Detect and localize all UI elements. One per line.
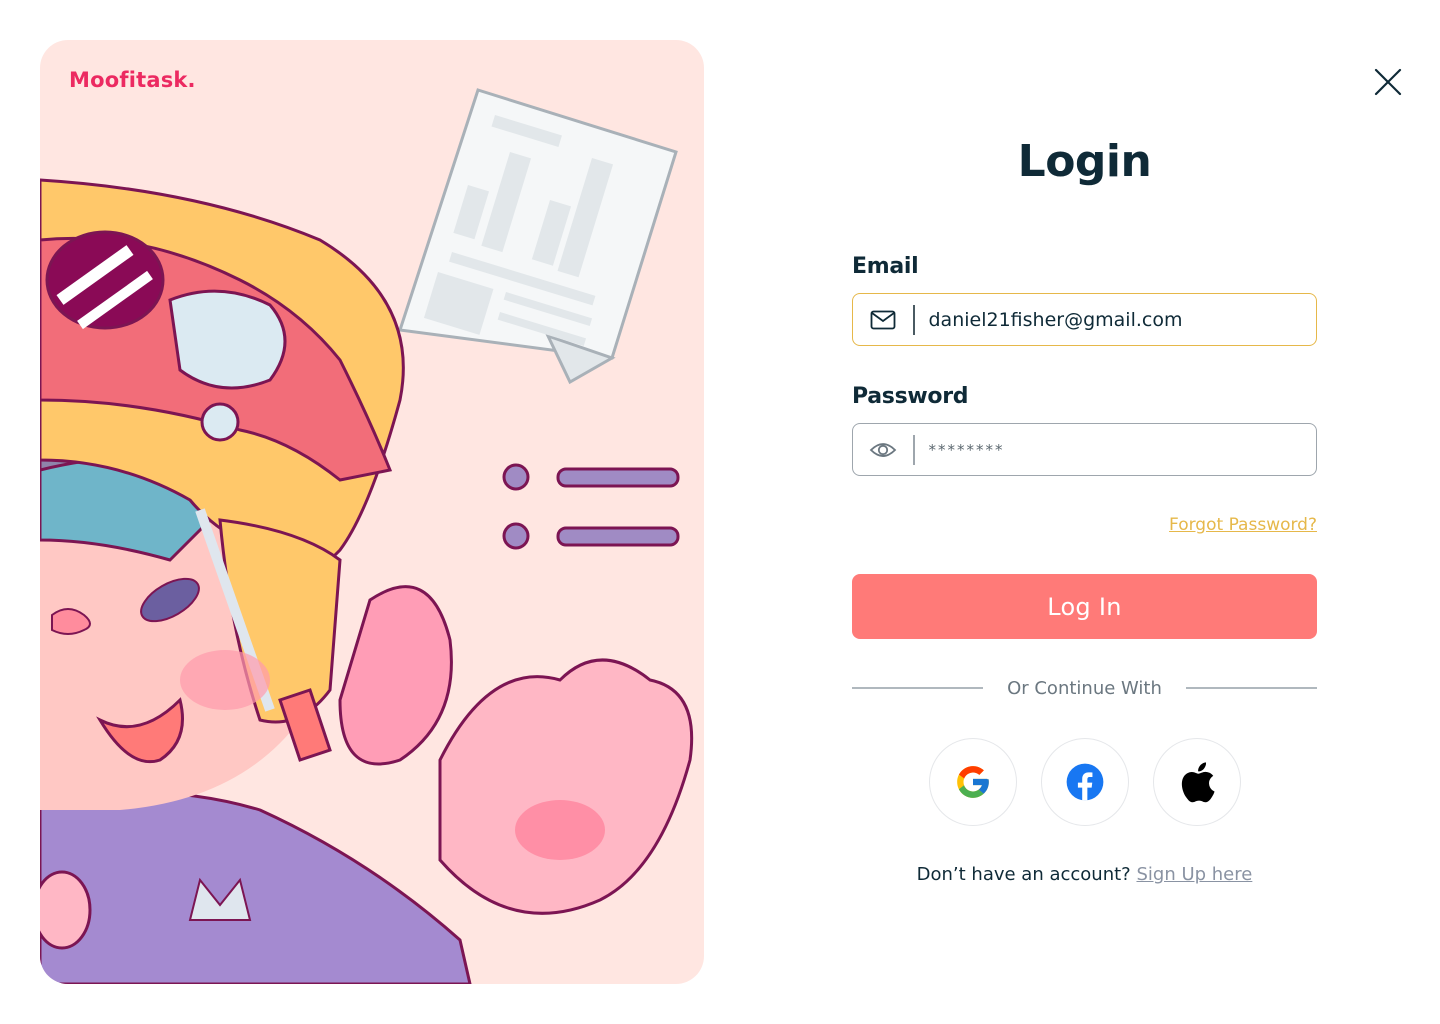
social-login-row <box>929 738 1241 826</box>
page-title: Login <box>1017 136 1152 187</box>
or-divider: Or Continue With <box>852 676 1317 700</box>
field-divider <box>913 304 915 335</box>
login-button[interactable]: Log In <box>852 574 1317 639</box>
or-continue-text: Or Continue With <box>1007 677 1162 699</box>
apple-login-button[interactable] <box>1153 738 1241 826</box>
facebook-login-button[interactable] <box>1041 738 1129 826</box>
email-input[interactable] <box>928 308 1289 331</box>
field-divider <box>913 434 915 465</box>
divider-line <box>852 687 983 689</box>
list-graphic <box>502 463 680 550</box>
eye-icon[interactable] <box>853 435 913 465</box>
signup-prompt: Don’t have an account? <box>916 864 1131 885</box>
password-field[interactable] <box>852 423 1317 476</box>
apple-icon <box>1181 762 1215 803</box>
signup-row: Don’t have an account? Sign Up here <box>852 864 1317 885</box>
email-field[interactable] <box>852 293 1317 346</box>
password-input[interactable] <box>928 440 1289 459</box>
signup-link[interactable]: Sign Up here <box>1136 864 1252 885</box>
document-graphic <box>398 88 678 385</box>
illustration-panel: Moofitask. <box>40 40 704 984</box>
divider-line <box>1185 687 1317 689</box>
password-label: Password <box>852 384 969 409</box>
close-icon <box>1374 68 1402 96</box>
google-icon <box>957 766 989 798</box>
google-login-button[interactable] <box>929 738 1017 826</box>
brand-logo: Moofitask. <box>69 68 196 92</box>
close-button[interactable] <box>1370 64 1406 100</box>
mail-icon <box>853 305 913 335</box>
email-label: Email <box>852 254 919 279</box>
facebook-icon <box>1066 763 1104 801</box>
forgot-password-link[interactable]: Forgot Password? <box>1169 515 1317 535</box>
mascot-illustration <box>40 88 694 984</box>
